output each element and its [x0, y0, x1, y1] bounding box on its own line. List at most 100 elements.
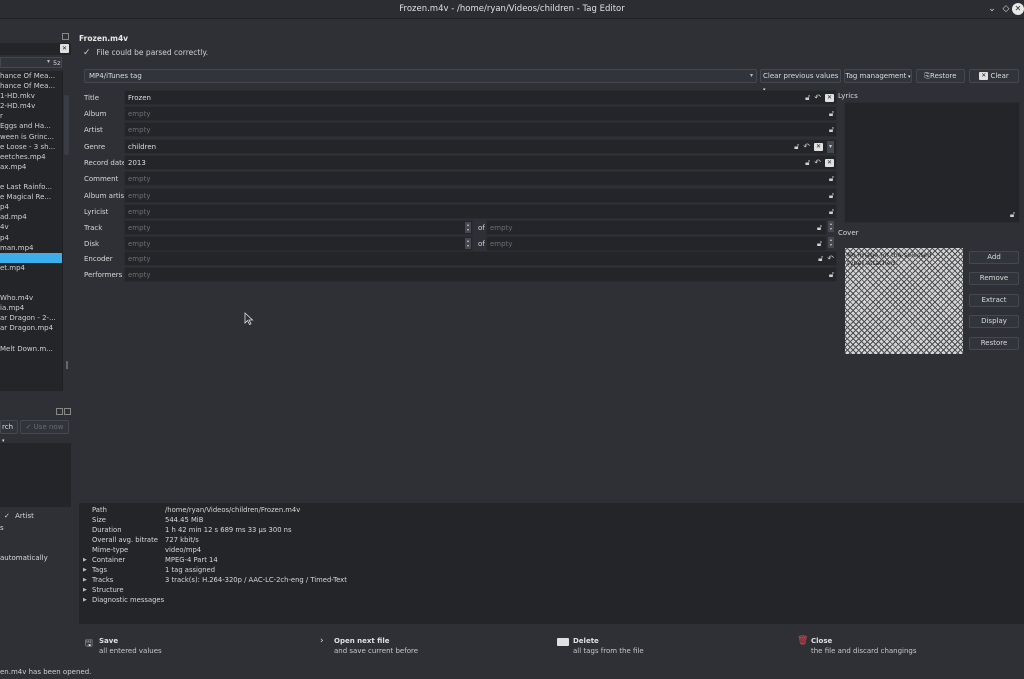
lyricist-field[interactable]: empty 🔓︎: [124, 204, 837, 219]
maximize-button[interactable]: ◇: [1000, 3, 1012, 15]
file-list-item[interactable]: hance Of Mea...: [0, 71, 62, 81]
undo-icon[interactable]: ↶: [814, 157, 821, 169]
album-artist-field[interactable]: empty 🔓︎: [124, 188, 837, 203]
file-list-item[interactable]: 1-HD.mkv: [0, 91, 62, 101]
file-list-item[interactable]: [0, 333, 62, 343]
genre-field[interactable]: children 🔓︎ ↶ ✕ ▾: [124, 139, 837, 154]
file-list-item[interactable]: et.mp4: [0, 263, 62, 273]
restore-button[interactable]: ⎘Restore: [916, 69, 965, 83]
clear-previous-values-button[interactable]: Clear previous values ▾: [760, 69, 841, 93]
file-list-item[interactable]: 2-HD.m4v: [0, 101, 62, 111]
dock-float-icon-2[interactable]: [56, 408, 63, 415]
chevron-down-icon[interactable]: ▾: [826, 141, 834, 153]
lock-icon[interactable]: 🔓︎: [829, 108, 834, 120]
tag-management-button[interactable]: Tag management ▾: [844, 69, 912, 83]
file-list[interactable]: hance Of Mea... hance Of Mea... 1-HD.mkv 2-…: [0, 71, 62, 391]
save-button[interactable]: 🖫 Save all entered values: [79, 630, 309, 662]
close-file-button[interactable]: 🗑︎ Close the file and discard changings: [791, 630, 1021, 662]
clear-field-icon[interactable]: ✕: [813, 143, 823, 151]
disk-spinner[interactable]: ▴ ▾: [465, 238, 471, 249]
file-list-item[interactable]: ween is Grinc...: [0, 132, 62, 142]
tag-type-combo[interactable]: MP4/iTunes tag ▾: [84, 69, 757, 83]
dock-float-icon[interactable]: [62, 33, 69, 40]
lock-icon[interactable]: 🔓︎: [805, 92, 810, 104]
disk-total-field[interactable]: empty 🔓︎: [486, 236, 827, 251]
file-list-item[interactable]: [0, 273, 62, 283]
splitter-handle[interactable]: [66, 361, 68, 369]
clear-field-icon[interactable]: ✕: [824, 94, 834, 102]
cover-extract-button[interactable]: Extract: [969, 294, 1019, 307]
disk-total-spinner[interactable]: ▴ ▾: [828, 237, 834, 248]
file-list-item[interactable]: 4v: [0, 222, 62, 232]
artist-checkbox[interactable]: ✓ Artist: [4, 512, 34, 520]
view-combo[interactable]: ▾ 5z: [0, 57, 62, 68]
scrollbar-thumb[interactable]: [64, 95, 69, 155]
lock-icon[interactable]: 🔓︎: [829, 206, 834, 218]
file-list-item[interactable]: Eggs and Ha...: [0, 121, 62, 131]
close-window-button[interactable]: ✕: [1012, 3, 1024, 15]
open-next-file-button[interactable]: › Open next file and save current before: [314, 630, 544, 662]
undo-icon[interactable]: ↶: [814, 92, 821, 104]
record-date-field[interactable]: 2013 🔓︎ ↶ ✕: [124, 155, 837, 170]
file-list-item[interactable]: [0, 252, 62, 263]
delete-tags-button[interactable]: ✕ Delete all tags from the file: [553, 630, 783, 662]
album-field[interactable]: empty 🔓︎: [124, 106, 837, 121]
lock-icon[interactable]: 🔓︎: [805, 157, 810, 169]
lock-icon[interactable]: 🔓︎: [1010, 209, 1015, 221]
expand-arrow-icon[interactable]: ▶: [83, 587, 87, 593]
file-list-item[interactable]: [0, 283, 62, 293]
cover-restore-button[interactable]: Restore: [969, 337, 1019, 350]
file-list-scrollbar[interactable]: [62, 71, 70, 391]
track-number-field[interactable]: empty ▴ ▾: [124, 220, 473, 235]
file-list-item[interactable]: ar Dragon.mp4: [0, 323, 62, 333]
file-list-item[interactable]: Melt Down.m...: [0, 344, 62, 354]
search-combo[interactable]: rch ▾: [0, 420, 18, 444]
lock-icon[interactable]: 🔓︎: [794, 141, 799, 153]
file-list-item[interactable]: p4: [0, 202, 62, 212]
file-list-item[interactable]: ax.mp4: [0, 162, 62, 172]
file-list-item[interactable]: eetches.mp4: [0, 152, 62, 162]
file-list-item[interactable]: e Magical Re...: [0, 192, 62, 202]
lock-icon[interactable]: 🔓︎: [829, 269, 834, 281]
expand-arrow-icon[interactable]: ▶: [83, 557, 87, 563]
path-field[interactable]: ✕: [0, 43, 71, 55]
dock-close-icon[interactable]: [64, 408, 71, 415]
undo-icon[interactable]: ↶: [803, 141, 810, 153]
file-list-item[interactable]: e Loose - 3 sh...: [0, 142, 62, 152]
use-now-button[interactable]: ✓ Use now: [20, 420, 69, 434]
comment-field[interactable]: empty 🔓︎: [124, 171, 837, 186]
expand-arrow-icon[interactable]: ▶: [83, 597, 87, 603]
clear-button[interactable]: ✕ Clear: [969, 69, 1019, 83]
expand-arrow-icon[interactable]: ▶: [83, 567, 87, 573]
lock-icon[interactable]: 🔓︎: [829, 190, 834, 202]
expand-arrow-icon[interactable]: ▶: [83, 577, 87, 583]
file-list-item[interactable]: e Last Rainfo...: [0, 182, 62, 192]
file-list-item[interactable]: hance Of Mea...: [0, 81, 62, 91]
file-list-item[interactable]: ia.mp4: [0, 303, 62, 313]
file-list-item[interactable]: [0, 172, 62, 182]
artist-field[interactable]: empty 🔓︎: [124, 122, 837, 137]
lock-icon[interactable]: 🔓︎: [818, 253, 823, 265]
lyrics-textarea[interactable]: 🔓︎: [844, 102, 1020, 223]
file-list-item[interactable]: p4: [0, 233, 62, 243]
lock-icon[interactable]: 🔓︎: [829, 173, 834, 185]
file-list-item[interactable]: man.mp4: [0, 243, 62, 253]
undo-icon[interactable]: ↶: [827, 253, 834, 265]
cover-add-button[interactable]: Add: [969, 251, 1019, 264]
disk-number-field[interactable]: empty ▴ ▾: [124, 236, 473, 251]
track-total-field[interactable]: empty 🔓︎: [486, 220, 827, 235]
file-list-item[interactable]: Who.m4v: [0, 293, 62, 303]
lock-icon[interactable]: 🔓︎: [829, 124, 834, 136]
minimize-button[interactable]: ⌄: [986, 3, 998, 15]
cover-display-button[interactable]: Display: [969, 315, 1019, 328]
clear-field-icon[interactable]: ✕: [824, 159, 834, 167]
track-spinner[interactable]: ▴ ▾: [465, 222, 471, 233]
cover-remove-button[interactable]: Remove: [969, 272, 1019, 285]
file-list-item[interactable]: r: [0, 111, 62, 121]
file-list-item[interactable]: ad.mp4: [0, 212, 62, 222]
lock-icon[interactable]: 🔓︎: [817, 238, 822, 250]
file-list-item[interactable]: ar Dragon - 2-...: [0, 313, 62, 323]
track-total-spinner[interactable]: ▴ ▾: [828, 221, 834, 232]
encoder-field[interactable]: empty 🔓︎ ↶: [124, 251, 837, 266]
performers-field[interactable]: empty 🔓︎: [124, 267, 837, 282]
